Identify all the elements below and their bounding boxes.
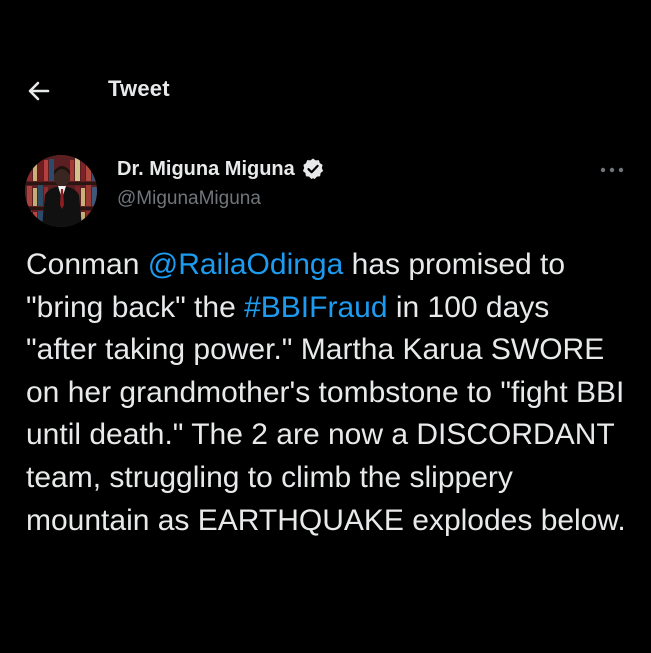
more-horizontal-icon bbox=[600, 167, 624, 173]
back-button[interactable] bbox=[22, 74, 56, 108]
user-handle[interactable]: @MigunaMiguna bbox=[117, 188, 325, 210]
tweet-text-part: in 100 days "after taking power." Martha… bbox=[26, 290, 626, 537]
author-names: Dr. Miguna Miguna @MigunaMiguna bbox=[117, 154, 325, 210]
arrow-left-icon bbox=[28, 81, 50, 101]
display-name[interactable]: Dr. Miguna Miguna bbox=[117, 158, 295, 181]
avatar-image bbox=[25, 155, 97, 227]
tweet-author: Dr. Miguna Miguna @MigunaMiguna bbox=[0, 150, 651, 227]
top-bar: Tweet bbox=[0, 62, 651, 118]
mention-link[interactable]: @RailaOdinga bbox=[148, 248, 344, 281]
more-options-button[interactable] bbox=[595, 158, 629, 182]
avatar[interactable] bbox=[25, 155, 97, 227]
hashtag-link[interactable]: #BBIFraud bbox=[244, 291, 387, 324]
tweet-text-part: Conman bbox=[26, 248, 148, 281]
tweet-text: Conman @RailaOdinga has promised to "bri… bbox=[26, 244, 626, 542]
display-name-row: Dr. Miguna Miguna bbox=[117, 154, 325, 184]
page-title: Tweet bbox=[108, 76, 170, 101]
verified-badge-icon bbox=[302, 158, 323, 179]
